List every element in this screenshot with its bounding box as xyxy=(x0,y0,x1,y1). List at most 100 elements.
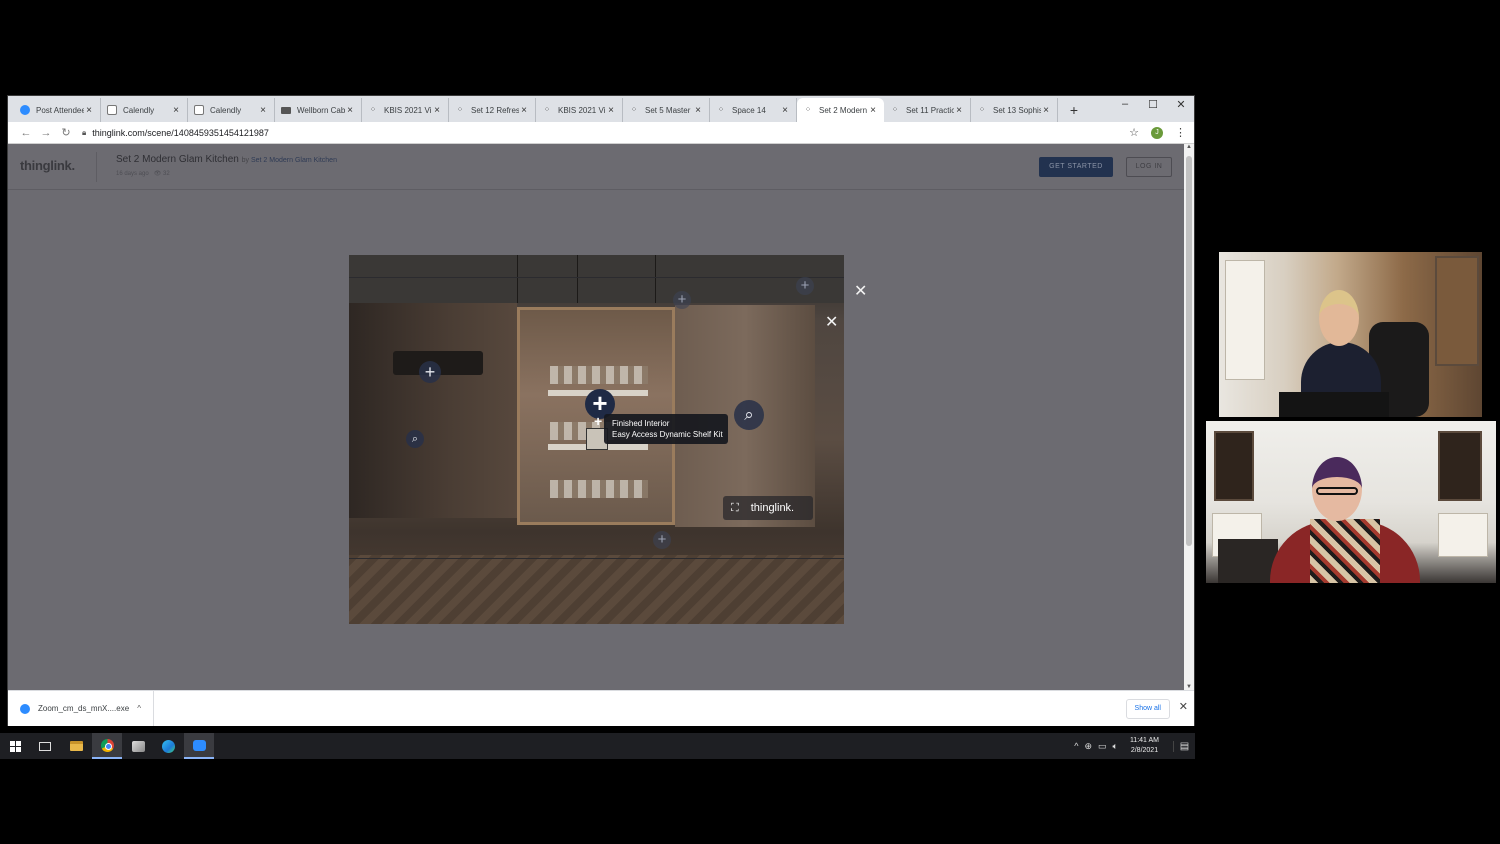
browser-tab[interactable]: ⁘ Set 12 Refres × xyxy=(449,98,536,122)
close-window-button[interactable]: ✕ xyxy=(1174,98,1188,111)
hotspot-search-icon[interactable]: ⌕ xyxy=(406,430,424,448)
participant-scarf xyxy=(1310,519,1380,583)
close-tab-icon[interactable]: × xyxy=(606,105,616,116)
show-all-button[interactable]: Show all xyxy=(1125,699,1170,719)
hotspot-plus-icon[interactable]: + xyxy=(796,277,814,295)
browser-window: Post Attendee × Calendly × Calendly × Wellborn… xyxy=(7,95,1195,726)
browser-tab[interactable]: ⁘ Set 5 Master × xyxy=(623,98,710,122)
browser-tab[interactable]: ⁘ KBIS 2021 Vir × xyxy=(362,98,449,122)
profile-avatar[interactable]: J xyxy=(1151,126,1163,139)
scroll-thumb[interactable] xyxy=(1186,156,1192,546)
chrome-taskbar-button[interactable] xyxy=(92,733,122,759)
scene-title-text: Set 2 Modern Glam Kitchen xyxy=(116,154,239,165)
log-in-button[interactable]: LOG IN xyxy=(1126,157,1172,177)
tab-label: Wellborn Cab xyxy=(297,105,345,115)
browser-tab[interactable]: ⁘ Set 13 Sophis × xyxy=(971,98,1058,122)
close-tab-icon[interactable]: × xyxy=(868,105,878,116)
chevron-up-icon[interactable]: ^ xyxy=(1074,741,1078,751)
forward-arrow-icon[interactable]: → xyxy=(36,127,56,139)
close-overlay-icon[interactable]: ✕ xyxy=(854,281,867,301)
reload-icon[interactable]: ↻ xyxy=(56,126,76,139)
scroll-up-icon[interactable]: ▲ xyxy=(1184,144,1194,150)
close-tab-icon[interactable]: × xyxy=(693,105,703,116)
thinglink-icon: ⁘ xyxy=(543,105,551,114)
fullscreen-icon[interactable]: ⛶ xyxy=(731,502,739,515)
new-tab-button[interactable]: + xyxy=(1064,98,1084,122)
browser-tab[interactable]: ⁘ Space 14 × xyxy=(710,98,797,122)
plus-icon: + xyxy=(594,413,603,429)
browser-tab[interactable]: ⁘ Set 11 Practic × xyxy=(884,98,971,122)
app-taskbar-button[interactable] xyxy=(123,733,153,759)
calendly-icon xyxy=(194,105,204,115)
minimize-button[interactable]: – xyxy=(1118,98,1132,111)
close-tab-icon[interactable]: × xyxy=(519,105,529,116)
browser-tab[interactable]: ⁘ KBIS 2021 Vir × xyxy=(536,98,623,122)
close-tab-icon[interactable]: × xyxy=(954,105,964,116)
browser-tab[interactable]: Wellborn Cab × xyxy=(275,98,362,122)
back-arrow-icon[interactable]: ← xyxy=(16,127,36,139)
close-tab-icon[interactable]: × xyxy=(1041,105,1051,116)
url-text: thinglink.com/scene/1408459351454121987 xyxy=(92,127,269,138)
kitchen-scene-image[interactable]: + + + ⌕ ⌕ + + + Finished Interior Easy A… xyxy=(349,255,844,624)
close-tab-icon[interactable]: × xyxy=(258,105,268,116)
browser-tab[interactable]: Post Attendee × xyxy=(14,98,101,122)
address-bar: ← → ↻ 🔒︎ thinglink.com/scene/14084593514… xyxy=(8,122,1194,144)
hotspot-plus-icon[interactable]: + xyxy=(673,291,691,309)
volume-icon[interactable]: 🔈︎ xyxy=(1113,741,1118,752)
hotspot-tooltip[interactable]: + Finished Interior Easy Access Dynamic … xyxy=(594,414,728,444)
calendly-icon xyxy=(107,105,117,115)
hotspot-search-icon[interactable]: ⌕ xyxy=(734,400,764,430)
notifications-icon[interactable]: ▤ xyxy=(1173,740,1195,752)
thinglink-logo[interactable]: thinglink. xyxy=(20,158,75,173)
site-header: thinglink. Set 2 Modern Glam Kitchen by … xyxy=(8,144,1186,190)
app-icon xyxy=(131,740,145,752)
viewer-brand-logo[interactable]: thinglink. xyxy=(751,502,794,514)
hotspot-plus-icon[interactable]: + xyxy=(419,361,441,383)
tab-label: Set 12 Refres xyxy=(471,105,519,115)
header-divider xyxy=(96,152,97,182)
close-icon[interactable]: ✕ xyxy=(825,312,838,332)
hotspot-plus-icon[interactable]: + xyxy=(653,531,671,549)
close-tab-icon[interactable]: × xyxy=(171,105,181,116)
url-field[interactable]: 🔒︎ thinglink.com/scene/14084593514541219… xyxy=(82,128,1129,138)
download-item[interactable]: Zoom_cm_ds_mnX....exe ^ xyxy=(8,691,154,726)
browser-tab[interactable]: Calendly × xyxy=(188,98,275,122)
close-tab-icon[interactable]: × xyxy=(780,105,790,116)
participant-video-2[interactable] xyxy=(1206,421,1496,583)
browser-tab[interactable]: ⁘ Set 2 Modern × xyxy=(797,98,884,122)
author-link[interactable]: Set 2 Modern Glam Kitchen xyxy=(251,157,337,164)
glasses xyxy=(1316,487,1358,495)
close-icon[interactable]: ✕ xyxy=(1179,700,1188,713)
close-tab-icon[interactable]: × xyxy=(84,105,94,116)
scene-meta: 16 days ago 👁︎ 32 xyxy=(116,170,170,177)
tooltip-title: Finished Interior xyxy=(612,419,670,428)
thinglink-icon: ⁘ xyxy=(717,105,725,114)
bookmark-star-icon[interactable]: ☆ xyxy=(1129,126,1139,139)
view-count: 32 xyxy=(163,171,170,177)
zoom-taskbar-button[interactable] xyxy=(184,733,214,759)
page-content: thinglink. Set 2 Modern Glam Kitchen by … xyxy=(8,144,1186,690)
maximize-button[interactable]: ☐ xyxy=(1146,98,1160,111)
clock[interactable]: 11:41 AM 2/8/2021 xyxy=(1130,736,1159,756)
network-icon[interactable]: ▭ xyxy=(1098,741,1107,752)
task-view-button[interactable] xyxy=(30,733,60,759)
file-explorer-button[interactable] xyxy=(61,733,91,759)
edge-taskbar-button[interactable] xyxy=(153,733,183,759)
menu-kebab-icon[interactable]: ⋮ xyxy=(1175,126,1186,139)
browser-tab[interactable]: Calendly × xyxy=(101,98,188,122)
close-tab-icon[interactable]: × xyxy=(432,105,442,116)
get-started-button[interactable]: GET STARTED xyxy=(1039,157,1113,177)
eye-icon: 👁︎ xyxy=(153,171,162,177)
folder-icon xyxy=(69,741,83,751)
tab-label: Calendly xyxy=(210,105,242,115)
tab-label: Space 14 xyxy=(732,105,766,115)
page-scrollbar[interactable]: ▲ ▼ xyxy=(1184,144,1194,690)
chevron-up-icon[interactable]: ^ xyxy=(137,704,141,713)
close-tab-icon[interactable]: × xyxy=(345,105,355,116)
glass-cabinet xyxy=(1214,431,1254,501)
start-button[interactable] xyxy=(0,733,30,759)
people-icon[interactable]: ⊕ xyxy=(1084,741,1092,752)
zoom-icon xyxy=(20,105,30,115)
participant-video-1[interactable] xyxy=(1219,252,1482,417)
clock-date: 2/8/2021 xyxy=(1130,747,1159,754)
